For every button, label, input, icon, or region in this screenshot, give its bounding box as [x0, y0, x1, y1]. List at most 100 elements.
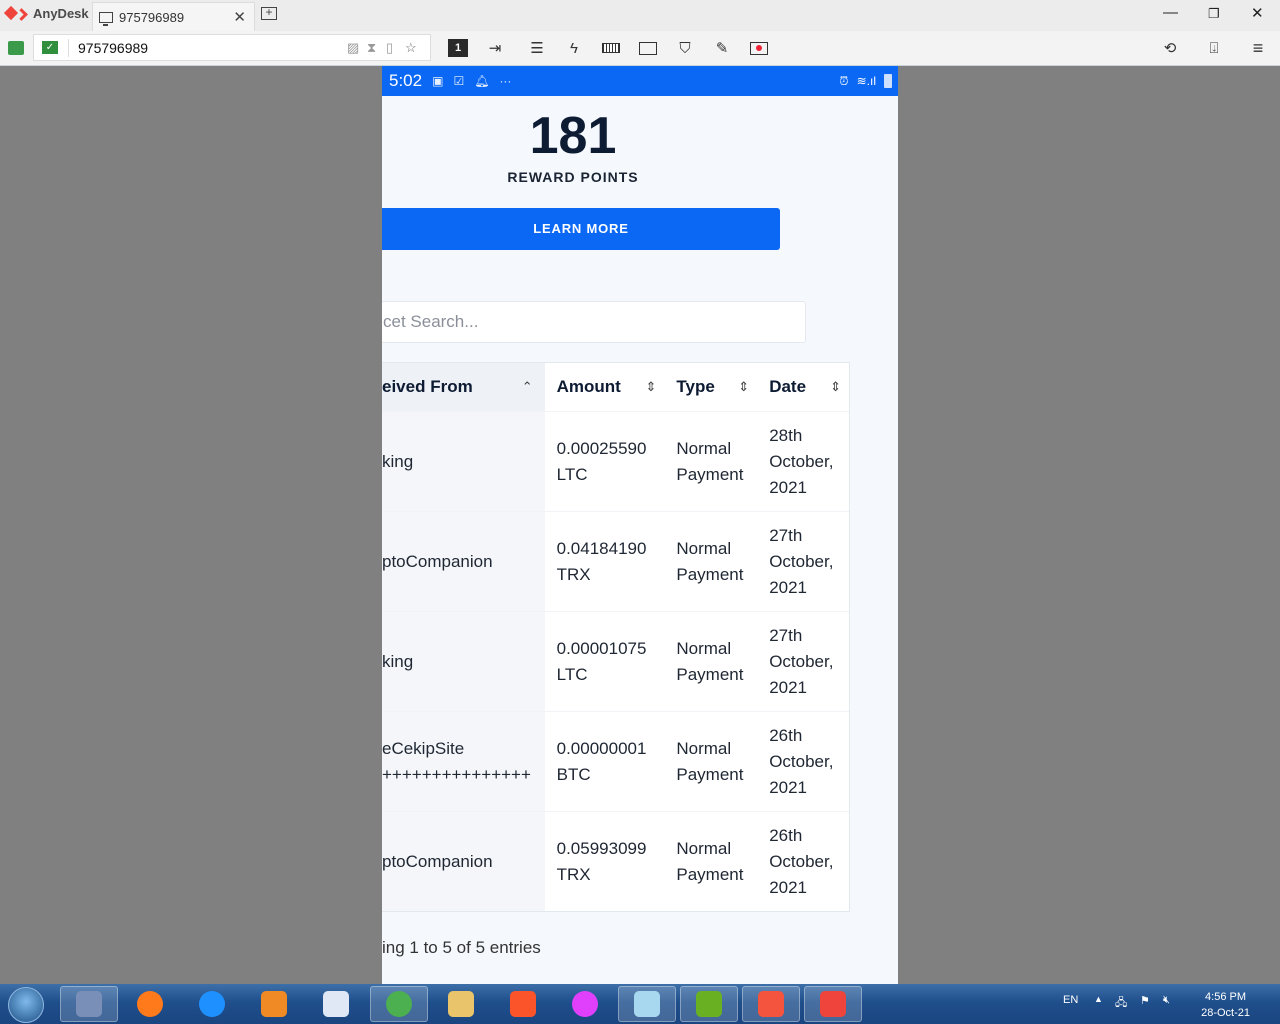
hourglass-icon[interactable]: ⧗ — [367, 40, 376, 56]
taskbar-internet-explorer[interactable] — [183, 986, 241, 1022]
anydesk-logo-icon — [4, 7, 28, 21]
anydesk-brand: AnyDesk — [4, 6, 89, 21]
header-received-from[interactable]: eived From ⌃ — [382, 363, 545, 411]
cell-type: Normal Payment — [676, 538, 744, 584]
reward-points-value: 181 — [529, 107, 617, 165]
taskbar-firefox[interactable] — [121, 986, 179, 1022]
sort-icon[interactable]: ⇕ — [830, 363, 841, 411]
install-icon[interactable]: ⍗ — [1203, 37, 1225, 59]
screen-off-icon[interactable]: ▨ — [347, 40, 359, 56]
screen-notification-icon: ☑ — [453, 74, 465, 88]
table-row[interactable]: king 0.00025590 LTC Normal Payment 28th Octobe… — [382, 411, 849, 511]
cell-amount: 0.00025590 LTC — [556, 438, 647, 484]
app-name: AnyDesk — [33, 6, 89, 21]
history-icon[interactable]: ⟲ — [1159, 37, 1181, 59]
table-row[interactable]: eCekipSite +++++++++++++++ 0.00000001 BTC No… — [382, 711, 849, 811]
table-row[interactable]: king 0.00001075 LTC Normal Payment 27th Octobe… — [382, 611, 849, 711]
taskbar-camtasia-green[interactable] — [680, 986, 738, 1022]
verified-icon: ✓ — [42, 41, 58, 54]
actions-icon[interactable]: ϟ — [563, 37, 585, 59]
language-indicator[interactable]: EN — [1063, 994, 1078, 1006]
network-icon[interactable]: 🖧 — [1115, 994, 1127, 1013]
table-row[interactable]: ptoCompanion 0.05993099 TRX Normal Payment 26… — [382, 811, 849, 911]
cell-amount: 0.00000001 BTC — [556, 738, 647, 784]
session-tab[interactable]: 975796989 ✕ — [92, 2, 255, 31]
cell-amount: 0.04184190 TRX — [556, 538, 647, 584]
internet-explorer-icon — [199, 991, 225, 1017]
restore-button[interactable]: ❐ — [1208, 6, 1220, 22]
whiteboard-icon[interactable]: ✎ — [711, 37, 733, 59]
cell-received-from: king — [382, 612, 545, 711]
clock-time: 4:56 PM — [1205, 991, 1247, 1003]
table-info: ing 1 to 5 of 5 entries — [382, 938, 541, 957]
address-bar[interactable]: ✓ 975796989 ▨ ⧗ ▯ ☆ — [33, 34, 431, 61]
media-app-icon — [76, 991, 102, 1017]
start-button[interactable] — [8, 987, 44, 1023]
bell-icon: 🔔︎ — [474, 74, 490, 88]
file-transfer-icon[interactable]: ⇥ — [484, 37, 506, 59]
cell-type: Normal Payment — [676, 438, 744, 484]
taskbar-notepad[interactable] — [618, 986, 676, 1022]
sort-asc-icon[interactable]: ⌃ — [522, 363, 533, 411]
reward-points-label: REWARD POINTS — [507, 169, 639, 185]
close-window-button[interactable]: ✕ — [1251, 4, 1264, 22]
taskbar-camtasia-red[interactable] — [742, 986, 800, 1022]
connection-status-icon[interactable] — [8, 41, 24, 55]
firefox-icon — [137, 991, 163, 1017]
tab-title: 975796989 — [119, 9, 185, 25]
display-1-icon[interactable]: 1 — [448, 39, 468, 57]
desktop: AnyDesk 975796989 ✕ + — ❐ ✕ ✓ 975796989 … — [0, 0, 1280, 1024]
close-tab-icon[interactable]: ✕ — [233, 8, 246, 26]
cell-date: 28th October, 2021 — [769, 425, 834, 497]
minimize-button[interactable]: — — [1163, 4, 1178, 21]
clipboard-icon[interactable]: ▯ — [386, 40, 393, 56]
action-center-icon[interactable]: ⚑ — [1140, 994, 1150, 1007]
taskbar-brave[interactable] — [494, 986, 552, 1022]
display-icon[interactable] — [637, 37, 659, 59]
chat-icon[interactable]: ☰ — [526, 37, 548, 59]
cell-date: 27th October, 2021 — [769, 525, 834, 597]
search-input[interactable]: cet Search... — [382, 301, 806, 343]
divider — [68, 38, 69, 57]
cell-date: 27th October, 2021 — [769, 625, 834, 697]
table-row[interactable]: ptoCompanion 0.04184190 TRX Normal Payment 27… — [382, 511, 849, 611]
media-player-icon — [261, 991, 287, 1017]
taskbar-scanner[interactable] — [307, 986, 365, 1022]
file-explorer-icon — [448, 991, 474, 1017]
sort-icon[interactable]: ⇕ — [645, 363, 656, 411]
cell-type: Normal Payment — [676, 838, 744, 884]
sort-icon[interactable]: ⇕ — [738, 363, 749, 411]
windows-taskbar: EN ▲ 🖧 ⚑ 🔇︎ 4:56 PM 28-Oct-21 — [0, 984, 1280, 1024]
notepad-icon — [634, 991, 660, 1017]
android-status-bar: 5:02 ▣ ☑ 🔔︎ ··· ⏰︎ ≋.ıl — [382, 66, 898, 96]
camtasia-red-icon — [758, 991, 784, 1017]
taskbar-anydesk[interactable] — [804, 986, 862, 1022]
system-clock[interactable]: 4:56 PM 28-Oct-21 — [1201, 989, 1250, 1021]
menu-icon[interactable]: ≡ — [1247, 37, 1269, 59]
wifi-signal-icon: ≋.ıl — [856, 74, 876, 88]
keyboard-icon[interactable] — [600, 37, 622, 59]
address-input[interactable]: 975796989 — [78, 40, 148, 56]
header-amount[interactable]: Amount ⇕ — [545, 363, 665, 411]
permissions-icon[interactable]: ⛉ — [674, 37, 696, 59]
remote-phone-screen[interactable]: 5:02 ▣ ☑ 🔔︎ ··· ⏰︎ ≋.ıl 181 REWARD POINT… — [382, 66, 898, 984]
volume-muted-icon[interactable]: 🔇︎ — [1163, 994, 1170, 1007]
clock-date: 28-Oct-21 — [1201, 1007, 1250, 1019]
learn-more-button[interactable]: LEARN MORE — [382, 208, 780, 250]
brave-icon — [510, 991, 536, 1017]
taskbar-color-wheel-app[interactable] — [556, 986, 614, 1022]
alarm-icon: ⏰︎ — [839, 73, 849, 88]
header-date[interactable]: Date ⇕ — [757, 363, 849, 411]
taskbar-media-app[interactable] — [60, 986, 118, 1022]
header-type[interactable]: Type ⇕ — [664, 363, 757, 411]
cell-date: 26th October, 2021 — [769, 725, 834, 797]
show-hidden-icons[interactable]: ▲ — [1094, 994, 1103, 1004]
favorite-star-icon[interactable]: ☆ — [405, 40, 417, 56]
taskbar-media-player[interactable] — [245, 986, 303, 1022]
battery-icon — [884, 74, 892, 88]
new-tab-icon[interactable]: + — [261, 6, 277, 20]
taskbar-file-explorer[interactable] — [432, 986, 490, 1022]
record-icon[interactable] — [748, 37, 770, 59]
camtasia-green-icon — [696, 991, 722, 1017]
taskbar-chrome[interactable] — [370, 986, 428, 1022]
